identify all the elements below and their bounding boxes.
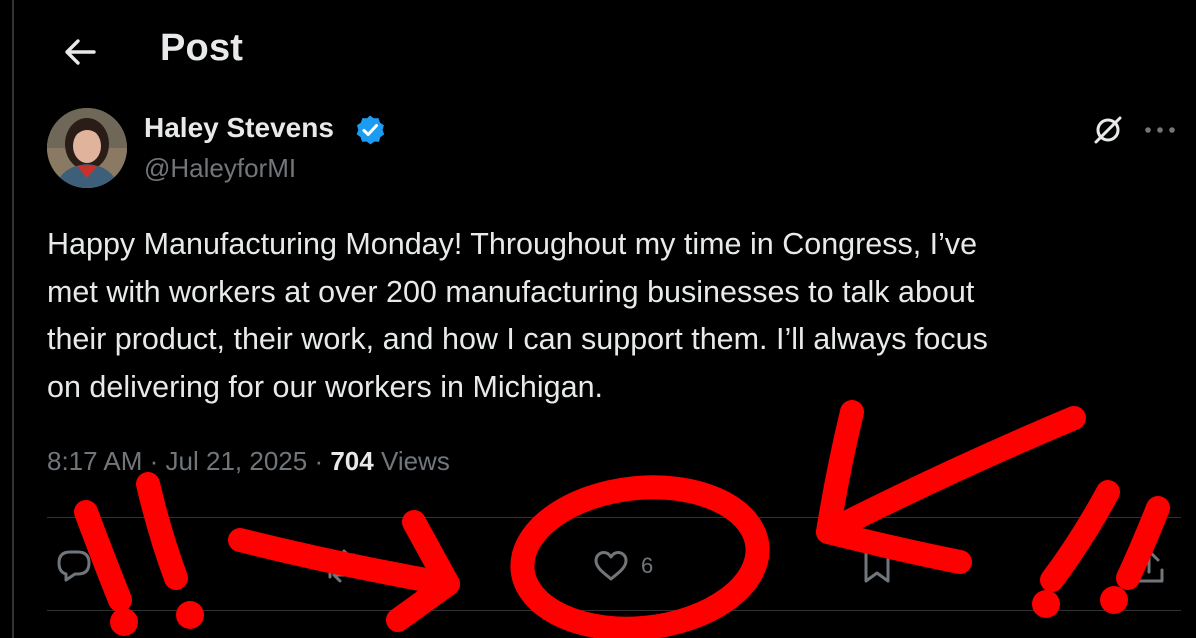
annotation-arrow-left — [816, 406, 1086, 544]
heart-icon — [594, 551, 628, 581]
annotation-arrow-right-head — [386, 510, 460, 632]
bookmark-icon — [864, 549, 890, 583]
annotation-exclamation-dot — [176, 601, 204, 629]
meta-separator: · — [149, 446, 166, 476]
annotation-exclamation-stroke — [136, 472, 188, 590]
annotation-exclamation-dot — [110, 608, 138, 636]
post-meta: 8:17 AM · Jul 21, 2025 · 704 Views — [47, 446, 450, 477]
back-arrow-icon — [65, 39, 96, 65]
grok-button[interactable] — [1088, 110, 1128, 150]
more-button[interactable] — [1140, 110, 1180, 150]
author-display-name[interactable]: Haley Stevens — [144, 112, 334, 144]
divider — [47, 517, 1181, 518]
header: Post — [14, 0, 1196, 100]
post-date[interactable]: Jul 21, 2025 — [166, 446, 308, 476]
back-button[interactable] — [58, 30, 102, 74]
annotation-exclamation-dot — [1032, 590, 1060, 618]
like-count: 6 — [641, 553, 654, 578]
meta-separator: · — [314, 446, 331, 476]
post-time[interactable]: 8:17 AM — [47, 446, 142, 476]
views-count: 704 — [330, 446, 374, 476]
post-view: Post Haley Stevens @HaleyforMI Happy Man… — [0, 0, 1196, 638]
more-icon — [1145, 127, 1175, 133]
annotation-exclamation-stroke — [1040, 480, 1120, 592]
avatar-image — [47, 108, 127, 188]
divider — [47, 610, 1181, 611]
repost-icon — [328, 549, 356, 583]
like-button[interactable]: 6 — [593, 544, 653, 588]
share-icon — [1134, 549, 1164, 583]
verified-badge-icon — [356, 115, 385, 145]
page-title: Post — [160, 27, 244, 69]
share-button[interactable] — [1132, 544, 1166, 588]
views-label: Views — [380, 446, 450, 476]
bookmark-button[interactable] — [862, 544, 892, 588]
author-handle[interactable]: @HaleyforMI — [144, 153, 296, 184]
avatar[interactable] — [47, 108, 127, 188]
annotation-arrow-left-head — [816, 400, 972, 574]
post-text: Happy Manufacturing Monday! Throughout m… — [47, 227, 988, 404]
reply-icon — [57, 550, 91, 582]
reply-button[interactable] — [56, 544, 92, 588]
repost-button[interactable] — [322, 544, 362, 588]
grok-icon — [1094, 116, 1122, 144]
